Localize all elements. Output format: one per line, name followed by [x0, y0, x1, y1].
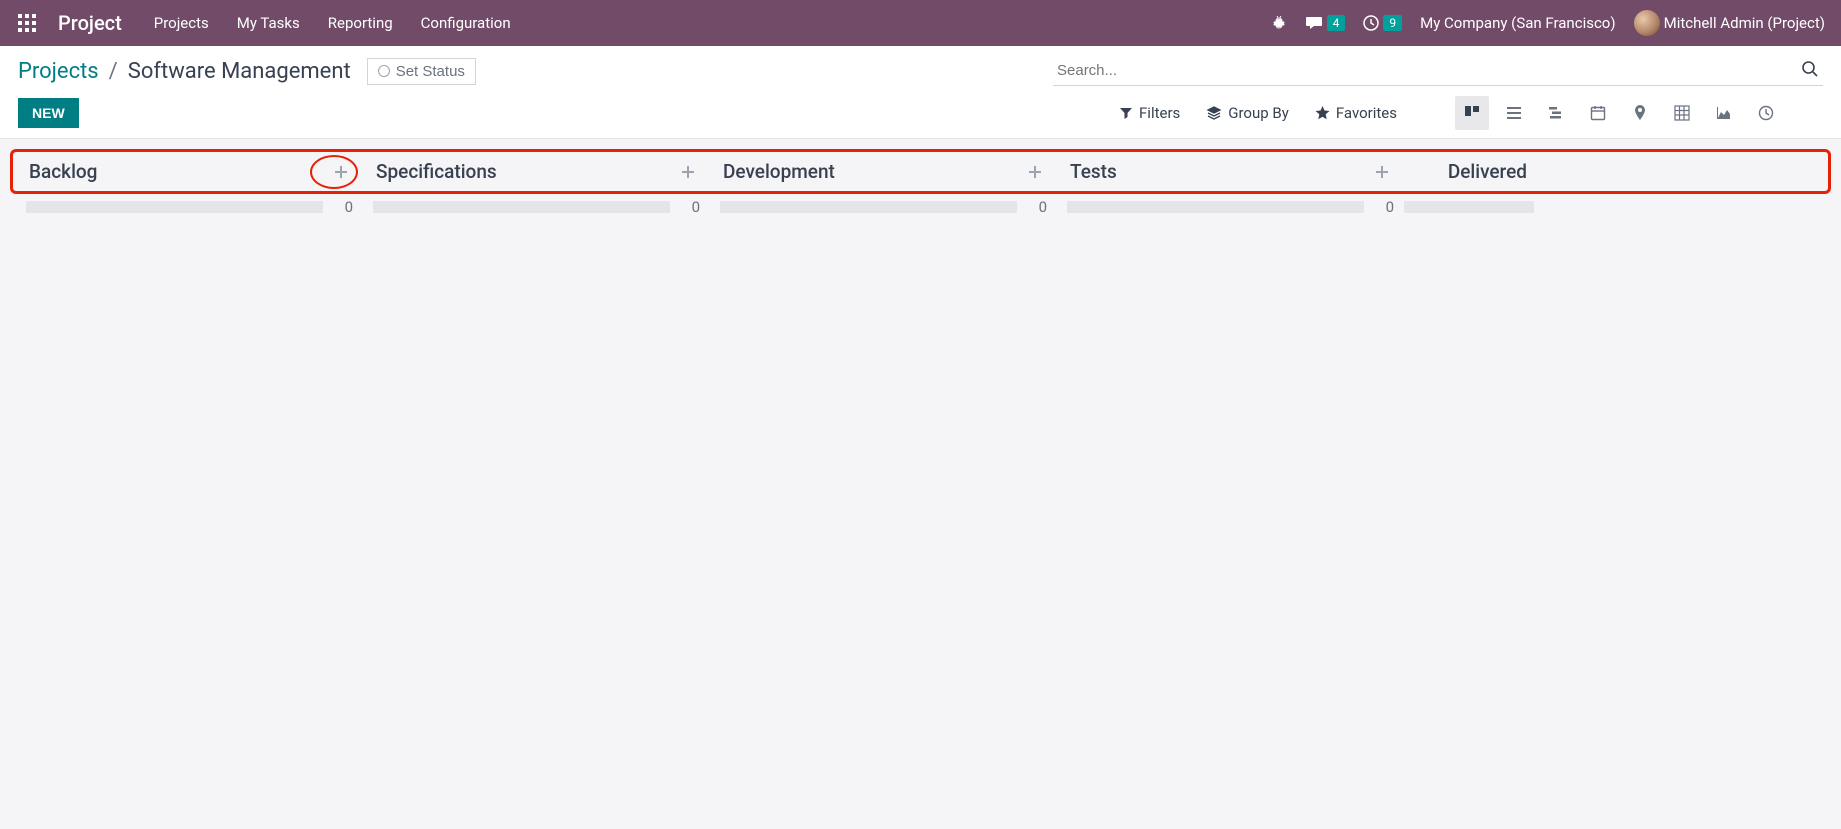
apps-icon[interactable]	[16, 12, 38, 34]
gantt-view-button[interactable]	[1539, 96, 1573, 130]
stage-progress-specifications: 0	[363, 198, 710, 216]
filters-button[interactable]: Filters	[1119, 104, 1180, 122]
breadcrumb: Projects / Software Management	[18, 59, 351, 84]
menu-reporting[interactable]: Reporting	[328, 14, 393, 32]
kanban-view-button[interactable]	[1455, 96, 1489, 130]
calendar-view-button[interactable]	[1581, 96, 1615, 130]
messages-button[interactable]: 4	[1305, 15, 1346, 31]
stage-specifications[interactable]: Specifications	[366, 154, 713, 189]
activities-badge: 9	[1383, 15, 1402, 31]
progress-bar	[1067, 201, 1364, 213]
search-options: Filters Group By Favorites	[1119, 96, 1823, 130]
stage-development[interactable]: Development	[713, 154, 1060, 189]
stage-backlog[interactable]: Backlog	[19, 154, 366, 189]
activity-view-button[interactable]	[1749, 96, 1783, 130]
user-name: Mitchell Admin (Project)	[1664, 14, 1825, 32]
status-dot-icon	[378, 65, 390, 77]
stage-count: 0	[1374, 198, 1394, 216]
menu-configuration[interactable]: Configuration	[421, 14, 511, 32]
stage-progress-development: 0	[710, 198, 1057, 216]
navbar-right: 4 9 My Company (San Francisco) Mitchell …	[1271, 10, 1825, 36]
map-view-button[interactable]	[1623, 96, 1657, 130]
main-navbar: Project Projects My Tasks Reporting Conf…	[0, 0, 1841, 46]
search-input[interactable]	[1053, 56, 1823, 86]
progress-bar	[26, 201, 323, 213]
stage-progress-delivered	[1404, 201, 1544, 213]
debug-icon[interactable]	[1271, 15, 1287, 31]
set-status-button[interactable]: Set Status	[367, 58, 476, 85]
stage-title: Tests	[1070, 160, 1117, 183]
main-menu: Projects My Tasks Reporting Configuratio…	[154, 14, 511, 32]
avatar	[1634, 10, 1660, 36]
messages-badge: 4	[1327, 15, 1346, 31]
stage-progress-tests: 0	[1057, 198, 1404, 216]
stage-delivered[interactable]: Delivered	[1407, 154, 1547, 189]
stage-title: Backlog	[29, 160, 97, 183]
app-name[interactable]: Project	[58, 11, 122, 35]
view-switcher	[1455, 96, 1783, 130]
graph-view-button[interactable]	[1707, 96, 1741, 130]
new-button[interactable]: NEW	[18, 98, 79, 128]
favorites-button[interactable]: Favorites	[1315, 104, 1397, 122]
list-view-button[interactable]	[1497, 96, 1531, 130]
kanban-board: Backlog Specifications Development Tests…	[0, 149, 1841, 220]
control-panel: Projects / Software Management Set Statu…	[0, 46, 1841, 139]
kanban-stage-headers: Backlog Specifications Development Tests…	[10, 149, 1831, 194]
set-status-label: Set Status	[396, 63, 465, 80]
progress-bar	[373, 201, 670, 213]
kanban-counts-row: 0 0 0 0	[8, 194, 1833, 220]
progress-bar	[1404, 201, 1534, 213]
stage-count: 0	[1027, 198, 1047, 216]
group-by-button[interactable]: Group By	[1206, 104, 1289, 122]
stage-count: 0	[333, 198, 353, 216]
breadcrumb-projects[interactable]: Projects	[18, 59, 99, 84]
menu-projects[interactable]: Projects	[154, 14, 209, 32]
stage-tests[interactable]: Tests	[1060, 154, 1407, 189]
breadcrumb-current: Software Management	[128, 59, 351, 84]
progress-bar	[720, 201, 1017, 213]
user-menu[interactable]: Mitchell Admin (Project)	[1634, 10, 1825, 36]
stage-progress-backlog: 0	[16, 198, 363, 216]
stage-count: 0	[680, 198, 700, 216]
add-card-button[interactable]	[1367, 165, 1397, 179]
breadcrumb-separator: /	[109, 59, 118, 84]
company-selector[interactable]: My Company (San Francisco)	[1420, 14, 1615, 32]
add-card-button[interactable]	[673, 165, 703, 179]
pivot-view-button[interactable]	[1665, 96, 1699, 130]
stage-title: Development	[723, 160, 835, 183]
add-card-button[interactable]	[326, 165, 356, 179]
activities-button[interactable]: 9	[1363, 15, 1402, 31]
stage-title: Delivered	[1448, 160, 1527, 183]
search-icon[interactable]	[1801, 60, 1819, 78]
menu-my-tasks[interactable]: My Tasks	[237, 14, 300, 32]
add-card-button[interactable]	[1020, 165, 1050, 179]
stage-title: Specifications	[376, 160, 497, 183]
